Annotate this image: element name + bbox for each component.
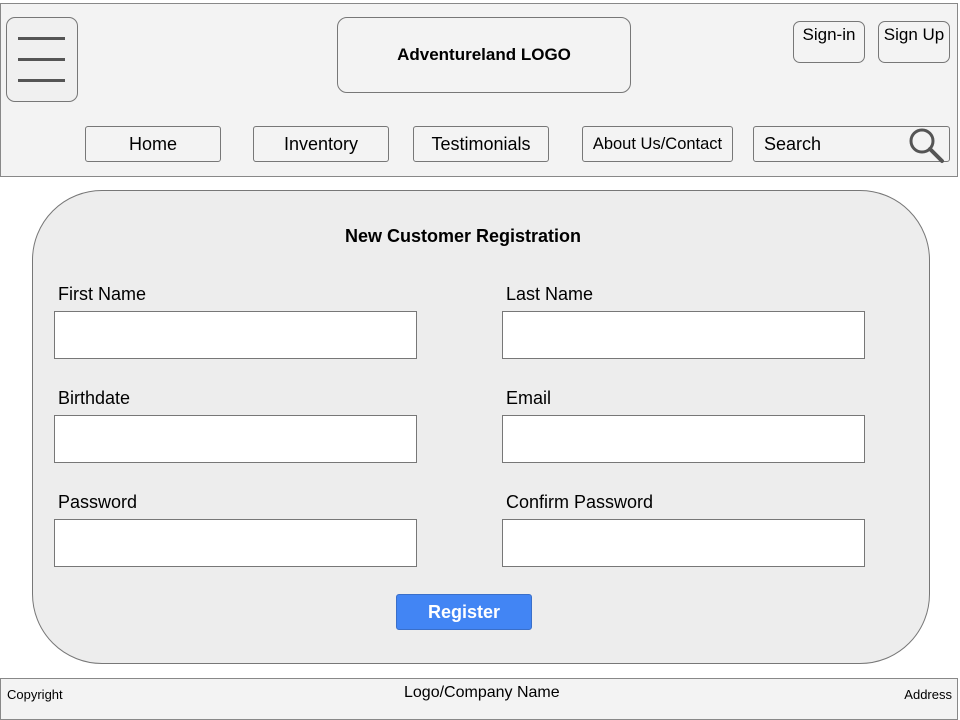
nav-home-label: Home: [128, 133, 177, 154]
menu-bar: [18, 79, 65, 82]
register-button[interactable]: Register: [396, 594, 532, 630]
confirm-password-field[interactable]: [502, 519, 865, 567]
menu-bar: [18, 37, 65, 40]
menu-bar: [18, 58, 65, 61]
header: Adventureland LOGO Sign-in Sign Up Home …: [0, 3, 958, 177]
last-name-label: Last Name: [506, 284, 594, 304]
logo[interactable]: Adventureland LOGO: [337, 17, 631, 93]
nav-testimonials[interactable]: Testimonials: [413, 126, 549, 162]
page: Adventureland LOGO Sign-in Sign Up Home …: [0, 0, 960, 720]
nav-about-contact[interactable]: About Us/Contact: [582, 126, 733, 162]
sign-in-label: Sign-in: [802, 25, 856, 44]
confirm-password-label: Confirm Password: [506, 492, 654, 512]
password-label: Password: [58, 492, 138, 512]
nav-testimonials-label: Testimonials: [431, 133, 531, 154]
email-field[interactable]: [502, 415, 865, 463]
nav-inventory[interactable]: Inventory: [253, 126, 389, 162]
first-name-label: First Name: [58, 284, 147, 304]
birthdate-label: Birthdate: [58, 388, 131, 408]
last-name-field[interactable]: [502, 311, 865, 359]
hamburger-menu-icon[interactable]: [6, 17, 78, 102]
logo-text: Adventureland LOGO: [397, 45, 571, 64]
nav-home[interactable]: Home: [85, 126, 221, 162]
form-title: New Customer Registration: [344, 226, 582, 246]
password-field[interactable]: [54, 519, 417, 567]
birthdate-field[interactable]: [54, 415, 417, 463]
nav-about-contact-label: About Us/Contact: [592, 134, 723, 153]
first-name-field[interactable]: [54, 311, 417, 359]
sign-up-button[interactable]: Sign Up: [878, 21, 950, 63]
footer-company-name: Logo/Company Name: [404, 684, 560, 701]
email-label: Email: [506, 388, 552, 408]
sign-up-label: Sign Up: [883, 25, 945, 44]
footer-address: Address: [904, 687, 952, 702]
search-input[interactable]: Search: [753, 126, 950, 163]
register-label: Register: [427, 601, 501, 622]
footer: Copyright Logo/Company Name Address: [0, 678, 958, 720]
search-placeholder: Search: [764, 134, 822, 154]
nav-inventory-label: Inventory: [283, 133, 359, 154]
footer-copyright: Copyright: [7, 687, 63, 702]
search-icon[interactable]: [907, 126, 949, 169]
sign-in-button[interactable]: Sign-in: [793, 21, 865, 63]
